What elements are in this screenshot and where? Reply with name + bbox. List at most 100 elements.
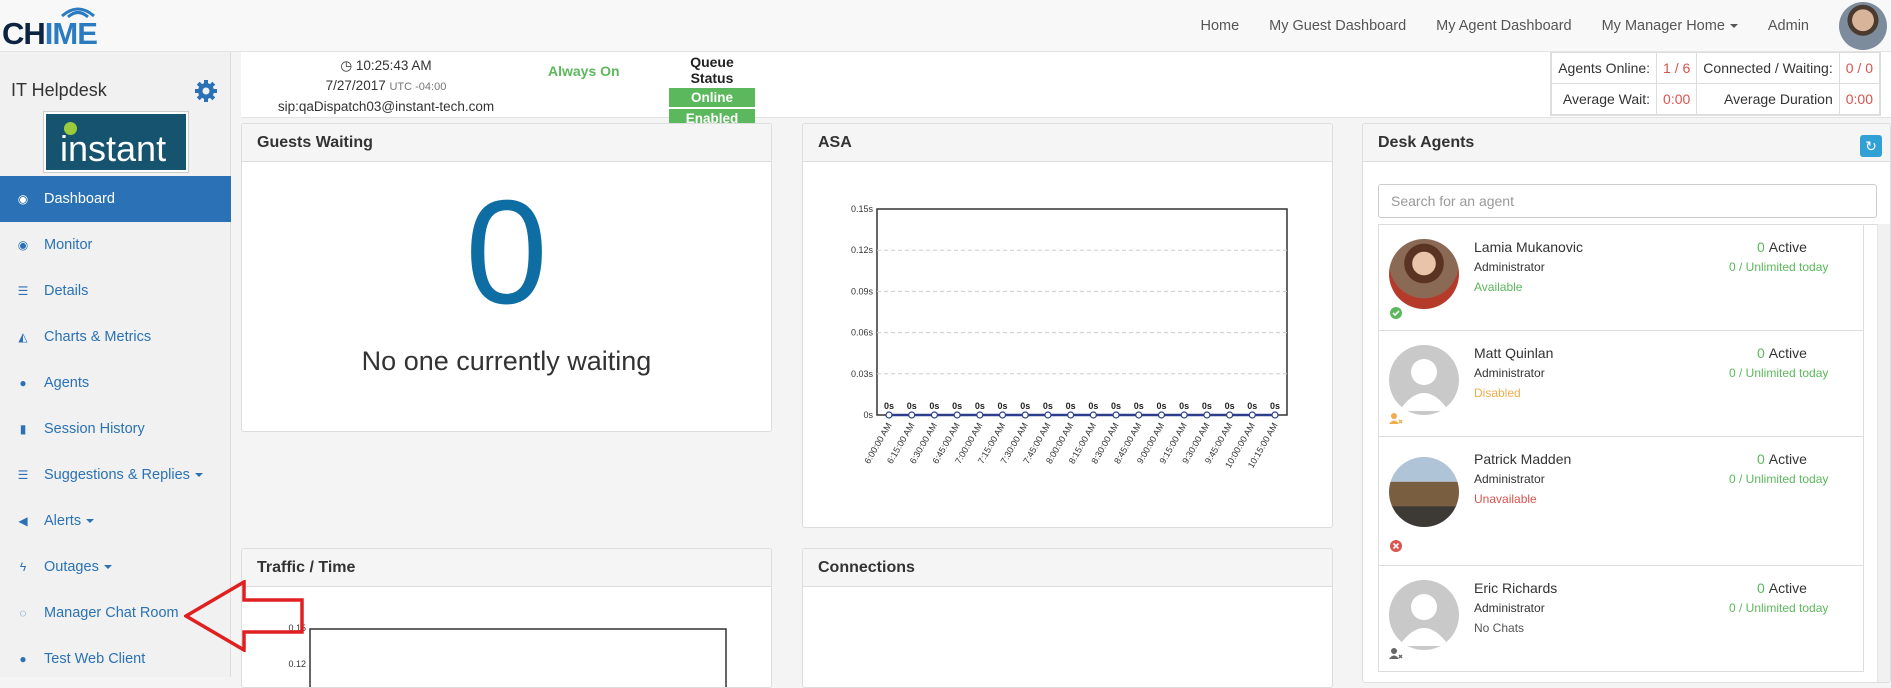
data-point (1271, 411, 1279, 419)
user-avatar[interactable] (1839, 2, 1887, 50)
top-navbar: CHIME Home My Guest Dashboard My Agent D… (0, 0, 1891, 52)
agent-card[interactable]: Matt Quinlan Administrator Disabled 0 Act… (1378, 331, 1864, 437)
sidebar-item-details[interactable]: ☰ Details (0, 268, 231, 314)
list-ol-icon: ☰ (17, 468, 29, 482)
book-icon: ▮ (19, 422, 27, 436)
chevron-down-icon (103, 565, 112, 569)
active-label: Active (1768, 451, 1807, 467)
data-point (1021, 411, 1029, 419)
agent-state: Available (1474, 280, 1523, 294)
average-duration-label: Average Duration (1696, 83, 1840, 115)
agent-card[interactable]: Lamia Mukanovic Administrator Available … (1378, 225, 1864, 331)
nav-guest-dashboard[interactable]: My Guest Dashboard (1269, 18, 1406, 34)
agent-state: Disabled (1474, 386, 1521, 400)
sidebar-item-label: Test Web Client (44, 651, 146, 667)
nav-admin[interactable]: Admin (1768, 18, 1809, 34)
data-point (1044, 411, 1052, 419)
agent-active: 0 Active (1757, 345, 1807, 361)
agent-active: 0 Active (1757, 451, 1807, 467)
nav-home[interactable]: Home (1200, 18, 1239, 34)
guests-waiting-message: No one currently waiting (361, 346, 652, 376)
connected-waiting-label: Connected / Waiting: (1696, 52, 1840, 84)
sidebar-item-label: Alerts (44, 513, 82, 529)
data-label: 0s (1179, 401, 1189, 411)
data-point (1089, 411, 1097, 419)
user-silhouette-icon (1399, 359, 1449, 411)
logo-word: instant (60, 128, 167, 169)
data-point (930, 411, 939, 419)
sidebar-item-agents[interactable]: ● Agents (0, 360, 231, 406)
always-on-label: Always On (548, 63, 620, 79)
data-label: 0s (1270, 401, 1280, 411)
queue-online-badge[interactable]: Online (669, 88, 755, 107)
agent-photo (1389, 239, 1459, 309)
data-label: 0s (952, 401, 962, 411)
eye-icon: ◉ (17, 238, 29, 252)
nav-agent-dashboard[interactable]: My Agent Dashboard (1436, 18, 1571, 34)
current-date: 7/27/2017 (325, 78, 386, 93)
data-point (1067, 411, 1075, 419)
utc-offset: UTC -04:00 (389, 81, 447, 93)
user-no-chats-icon (1389, 648, 1403, 659)
agent-role: Administrator (1474, 472, 1545, 486)
sidebar-item-label: Charts & Metrics (44, 329, 152, 345)
gear-icon[interactable] (194, 79, 218, 103)
y-tick-label: 0.12 (288, 659, 306, 669)
agents-online-value: 1 / 6 (1656, 52, 1698, 84)
agent-search-input[interactable] (1378, 184, 1877, 218)
user-silhouette-icon (1399, 594, 1449, 646)
refresh-button[interactable]: ↻ (1860, 135, 1882, 157)
agent-state: Unavailable (1474, 492, 1537, 506)
connected-waiting-value: 0 / 0 (1838, 52, 1881, 84)
active-label: Active (1768, 580, 1807, 596)
sidebar-item-label: Suggestions & Replies (44, 467, 190, 483)
sidebar-item-suggestions-replies[interactable]: ☰ Suggestions & Replies (0, 452, 231, 498)
sidebar-item-monitor[interactable]: ◉ Monitor (0, 222, 231, 268)
guests-waiting-count: 0 (465, 170, 548, 335)
annotation-arrow (184, 580, 304, 652)
clock-block: ◷ 10:25:43 AM 7/27/2017 UTC -04:00 sip:q… (241, 56, 531, 117)
agent-name: Matt Quinlan (1474, 345, 1554, 361)
sidebar-item-label: Dashboard (44, 191, 115, 207)
sidebar-item-session-history[interactable]: ▮ Session History (0, 406, 231, 452)
sidebar-item-dashboard[interactable]: ◉ Dashboard (0, 176, 231, 222)
data-point (1225, 411, 1234, 419)
data-point (976, 411, 984, 419)
data-point (1157, 411, 1166, 419)
sidebar-item-label: Outages (44, 559, 99, 575)
desk-agents-panel: Desk Agents ↻ Lamia Mukanovic Administra… (1362, 123, 1891, 683)
nav-manager-home[interactable]: My Manager Home (1602, 18, 1738, 34)
bullhorn-icon: ◀ (18, 514, 28, 528)
default-avatar (1389, 580, 1459, 650)
sidebar-item-alerts[interactable]: ◀ Alerts (0, 498, 231, 544)
instant-logo: instant (43, 111, 189, 173)
active-count: 0 (1757, 239, 1765, 255)
agent-name: Eric Richards (1474, 580, 1558, 596)
guests-waiting-panel: Guests Waiting 0 No one currently waitin… (241, 123, 772, 432)
agent-state: No Chats (1474, 621, 1525, 635)
current-time: 10:25:43 AM (355, 58, 432, 73)
agent-list-scrollbar[interactable] (1877, 224, 1890, 682)
chevron-down-icon (1729, 24, 1738, 29)
agent-active: 0 Active (1757, 580, 1807, 596)
asa-panel: ASA 0s 0.03s 0.06s 0.09s 0.12s 0.15s 0s 6:00:00… (802, 123, 1333, 528)
active-count: 0 (1757, 345, 1765, 361)
panel-title: Desk Agents (1363, 124, 1890, 162)
data-label: 0s (884, 401, 894, 411)
users-icon: ● (19, 376, 27, 390)
dashboard-icon: ◉ (17, 192, 29, 206)
agent-card[interactable]: Patrick Madden Administrator Unavailable… (1378, 437, 1864, 566)
agent-card[interactable]: Eric Richards Administrator No Chats 0 Ac… (1378, 566, 1864, 672)
sidebar-item-charts-metrics[interactable]: ◭ Charts & Metrics (0, 314, 231, 360)
y-tick-label: 0.12s (851, 245, 874, 255)
sidebar-item-label: Agents (44, 375, 90, 391)
list-icon: ☰ (17, 284, 29, 298)
queue-status: Queue Status Online Enabled (667, 54, 757, 128)
chime-logo[interactable]: CHIME (2, 4, 102, 51)
agents-online-label: Agents Online: (1551, 52, 1658, 84)
comment-icon: ● (19, 652, 27, 666)
active-count: 0 (1757, 451, 1765, 467)
queue-name: IT Helpdesk (11, 80, 107, 100)
data-label: 0s (1134, 401, 1144, 411)
refresh-icon: ↻ (1865, 138, 1877, 154)
